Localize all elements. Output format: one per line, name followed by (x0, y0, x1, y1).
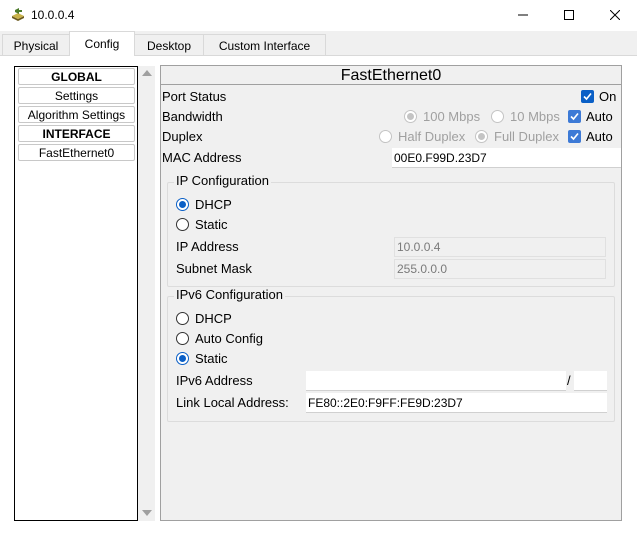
ipv6-prefix-input[interactable] (574, 371, 607, 391)
minimize-button[interactable] (500, 0, 546, 31)
link-local-address-value: FE80::2E0:F9FF:FE9D:23D7 (308, 395, 463, 410)
port-status-on-checkbox[interactable] (581, 90, 594, 103)
ip-address-input[interactable]: 10.0.0.4 (394, 237, 606, 257)
link-local-address-input[interactable]: FE80::2E0:F9FF:FE9D:23D7 (306, 393, 607, 413)
bandwidth-10-label: 10 Mbps (510, 109, 560, 124)
duplex-full-label: Full Duplex (494, 129, 560, 144)
sidebar-header-interface[interactable]: INTERFACE (18, 125, 135, 142)
bandwidth-10-radio[interactable] (491, 110, 504, 123)
maximize-button[interactable] (546, 0, 592, 31)
ipv6-dhcp-radio[interactable] (176, 312, 189, 325)
maximize-icon (564, 8, 574, 23)
tab-physical[interactable]: Physical (2, 34, 70, 56)
sidebar-item-label: FastEthernet0 (38, 145, 115, 160)
scroll-down-arrow-icon[interactable] (142, 510, 152, 516)
ipv6-address-label: IPv6 Address (176, 373, 253, 388)
duplex-auto-label: Auto (586, 129, 613, 144)
sidebar-list: GLOBAL Settings Algorithm Settings INTER… (14, 66, 138, 521)
ipv6-address-input[interactable] (306, 371, 566, 391)
ip-dhcp-label: DHCP (195, 197, 232, 212)
ip-address-label: IP Address (176, 239, 239, 254)
tab-label: Physical (13, 38, 59, 53)
sidebar-item-fastethernet0[interactable]: FastEthernet0 (18, 144, 135, 161)
mac-address-input[interactable]: 00E0.F99D.23D7 (392, 148, 621, 168)
tab-custom-interface[interactable]: Custom Interface (203, 34, 326, 56)
ipv6-dhcp-label: DHCP (195, 311, 232, 326)
router-icon (10, 7, 26, 23)
scroll-up-arrow-icon[interactable] (142, 70, 152, 76)
ip-static-radio[interactable] (176, 218, 189, 231)
duplex-half-radio[interactable] (379, 130, 392, 143)
ip-configuration-title: IP Configuration (174, 173, 271, 188)
link-local-address-label: Link Local Address: (176, 395, 289, 410)
sidebar-item-label: Algorithm Settings (27, 107, 126, 122)
sidebar-item-algorithm-settings[interactable]: Algorithm Settings (18, 106, 135, 123)
subnet-mask-input[interactable]: 255.0.0.0 (394, 259, 606, 279)
close-button[interactable] (592, 0, 637, 31)
subnet-mask-label: Subnet Mask (176, 261, 252, 276)
ipv6-auto-config-label: Auto Config (195, 331, 263, 346)
window-title: 10.0.0.4 (31, 8, 75, 22)
bandwidth-auto-checkbox[interactable] (568, 110, 581, 123)
bandwidth-100-label: 100 Mbps (423, 109, 481, 124)
sidebar-item-label: INTERFACE (42, 126, 111, 141)
tab-label: Config (84, 37, 120, 51)
duplex-auto-checkbox[interactable] (568, 130, 581, 143)
duplex-label: Duplex (162, 129, 203, 144)
title-bar: 10.0.0.4 (0, 0, 637, 31)
ipv6-static-label: Static (195, 351, 228, 366)
ipv6-configuration-title: IPv6 Configuration (174, 287, 285, 302)
mac-address-value: 00E0.F99D.23D7 (394, 150, 487, 165)
port-status-label: Port Status (162, 89, 227, 104)
checkmark-icon (583, 92, 592, 101)
tab-strip: Physical Config Desktop Custom Interface (0, 31, 637, 56)
ip-dhcp-radio[interactable] (176, 198, 189, 211)
sidebar-item-settings[interactable]: Settings (18, 87, 135, 104)
ipv6-static-radio[interactable] (176, 352, 189, 365)
tab-label: Custom Interface (218, 38, 311, 53)
sidebar-item-label: Settings (54, 88, 99, 103)
tab-desktop[interactable]: Desktop (134, 34, 204, 56)
ipv6-auto-config-radio[interactable] (176, 332, 189, 345)
duplex-full-radio[interactable] (475, 130, 488, 143)
close-icon (609, 8, 621, 23)
sidebar-scrollbar[interactable] (138, 66, 155, 521)
mac-address-label: MAC Address (162, 150, 242, 165)
bandwidth-auto-label: Auto (586, 109, 613, 124)
checkmark-icon (570, 112, 579, 121)
interface-panel: FastEthernet0 Port Status On Bandwidth 1… (160, 65, 622, 521)
checkmark-icon (570, 132, 579, 141)
port-status-on-label: On (599, 89, 617, 104)
subnet-mask-value: 255.0.0.0 (397, 262, 448, 276)
sidebar-item-label: GLOBAL (51, 69, 102, 84)
tab-config[interactable]: Config (69, 31, 135, 56)
duplex-half-label: Half Duplex (398, 129, 466, 144)
sidebar-header-global[interactable]: GLOBAL (18, 68, 135, 85)
panel-title: FastEthernet0 (161, 66, 621, 85)
bandwidth-100-radio[interactable] (404, 110, 417, 123)
prefix-separator: / (567, 373, 571, 388)
tab-label: Desktop (146, 38, 192, 53)
minimize-icon (518, 8, 528, 23)
ip-static-label: Static (195, 217, 228, 232)
ip-address-value: 10.0.0.4 (397, 240, 441, 254)
bandwidth-label: Bandwidth (162, 109, 223, 124)
